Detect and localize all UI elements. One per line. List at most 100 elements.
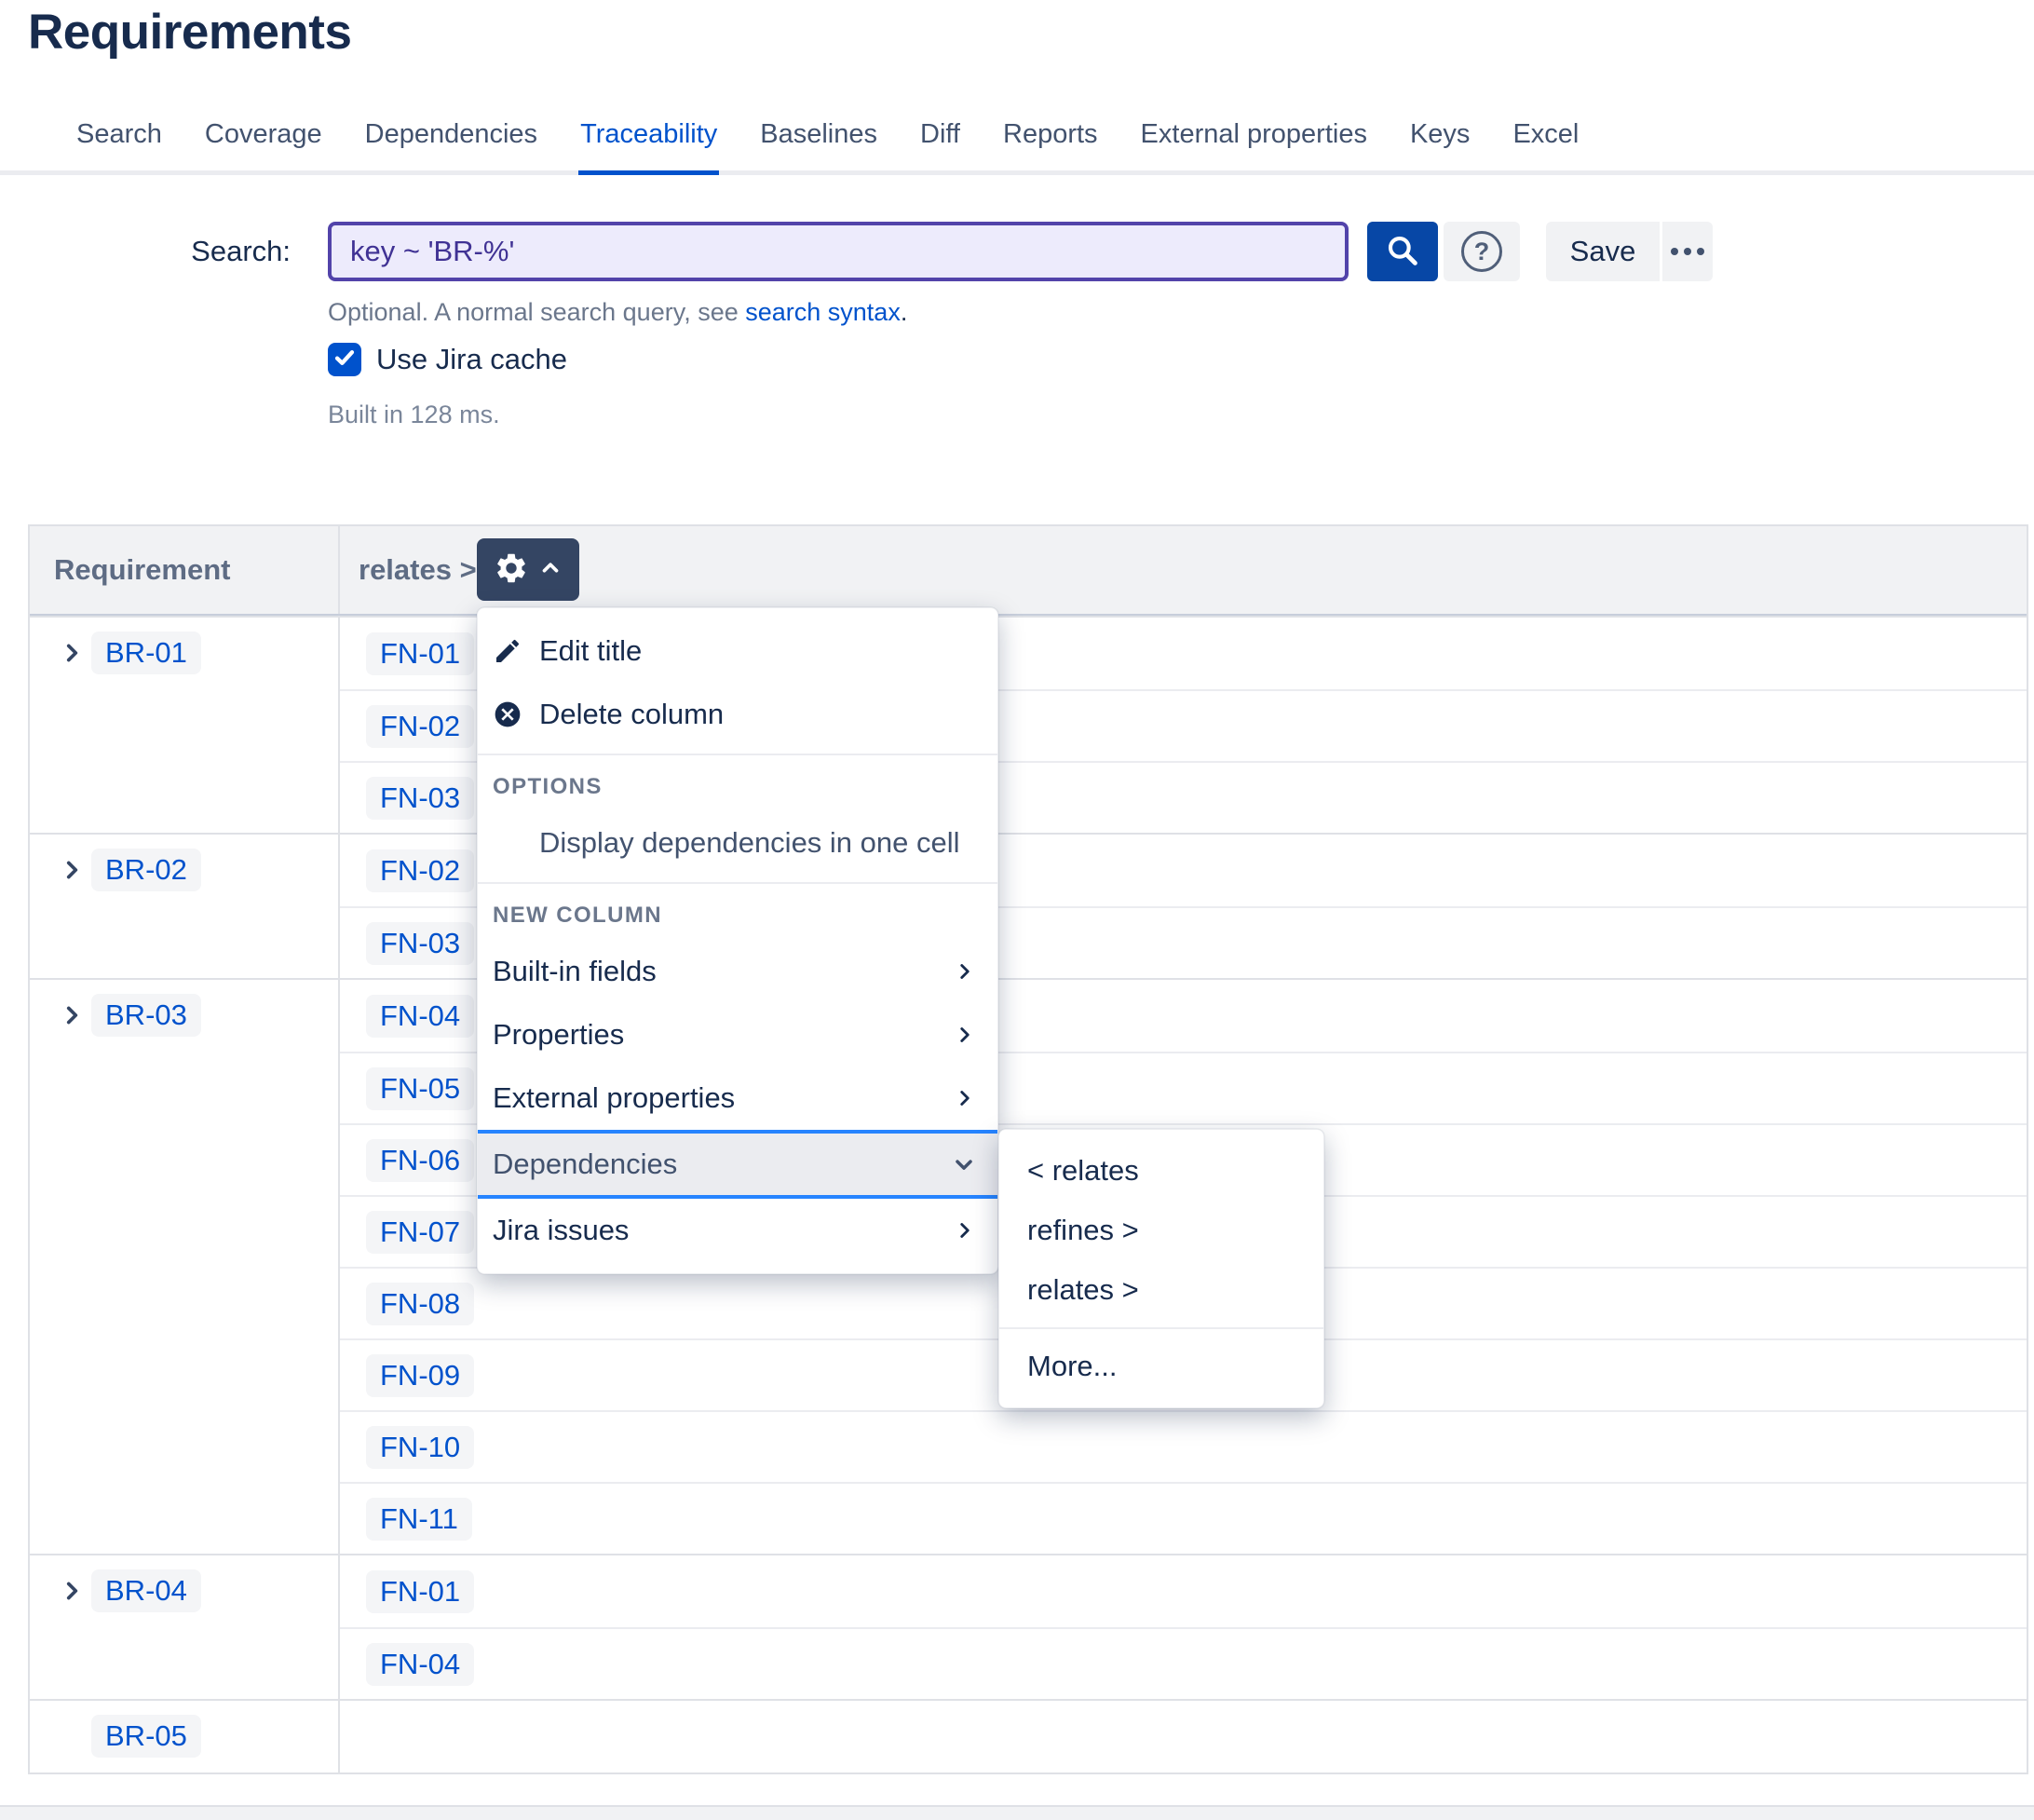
menu-item-external-properties[interactable]: External properties xyxy=(478,1066,997,1130)
menu-divider xyxy=(999,1327,1323,1329)
tab-baselines[interactable]: Baselines xyxy=(758,108,879,170)
tab-external-properties[interactable]: External properties xyxy=(1139,108,1369,170)
table-header-row: Requirement relates > xyxy=(30,526,2027,616)
dependencies-submenu: < relates refines > relates > More... xyxy=(998,1129,1324,1408)
requirement-key-badge[interactable]: BR-02 xyxy=(91,849,201,891)
linked-requirement-badge[interactable]: FN-07 xyxy=(366,1211,474,1254)
chevron-down-icon xyxy=(951,1151,977,1177)
requirement-key-badge[interactable]: BR-04 xyxy=(91,1569,201,1612)
page-title: Requirements xyxy=(28,4,351,61)
chevron-right-icon xyxy=(953,1086,977,1110)
linked-requirement-badge[interactable]: FN-04 xyxy=(366,995,474,1038)
help-button[interactable]: ? xyxy=(1444,222,1520,281)
table-row: BR-02 FN-02 FN-03 xyxy=(30,833,2027,978)
tab-keys[interactable]: Keys xyxy=(1408,108,1471,170)
table-row: BR-05 xyxy=(30,1699,2027,1772)
gear-icon xyxy=(494,550,529,589)
submenu-item-refines-outgoing[interactable]: refines > xyxy=(999,1201,1323,1260)
requirement-cell: BR-02 xyxy=(30,835,340,978)
menu-item-label: Properties xyxy=(493,1018,624,1052)
pencil-icon xyxy=(493,635,524,667)
submenu-item-relates-outgoing[interactable]: relates > xyxy=(999,1260,1323,1320)
menu-divider xyxy=(478,754,997,755)
column-settings-button[interactable] xyxy=(477,538,579,601)
submenu-item-relates-incoming[interactable]: < relates xyxy=(999,1141,1323,1201)
menu-item-label: Edit title xyxy=(539,634,642,668)
magnifier-icon xyxy=(1385,233,1420,271)
linked-requirement-badge[interactable]: FN-11 xyxy=(366,1498,472,1541)
menu-item-jira-issues[interactable]: Jira issues xyxy=(478,1199,997,1262)
requirement-cell: BR-01 xyxy=(30,618,340,833)
tab-search[interactable]: Search xyxy=(75,108,164,170)
use-jira-cache-checkbox[interactable] xyxy=(328,343,361,376)
menu-item-label: Delete column xyxy=(539,698,724,731)
menu-item-label: Built-in fields xyxy=(493,955,657,988)
column-header-relates: relates > xyxy=(340,526,2027,614)
menu-item-display-dependencies-in-one-cell[interactable]: Display dependencies in one cell xyxy=(478,811,997,875)
requirements-page: Requirements Search Coverage Dependencie… xyxy=(0,0,2034,1820)
use-jira-cache-label: Use Jira cache xyxy=(376,343,567,376)
hint-text: Optional. A normal search query, see xyxy=(328,298,745,326)
relates-subrow: FN-01 xyxy=(340,1555,2027,1627)
question-circle-icon: ? xyxy=(1461,231,1502,272)
linked-requirement-badge[interactable]: FN-02 xyxy=(366,849,474,892)
menu-item-label: Dependencies xyxy=(493,1148,677,1181)
tab-coverage[interactable]: Coverage xyxy=(203,108,324,170)
requirement-cell: BR-05 xyxy=(30,1701,340,1772)
relates-subrow: FN-10 xyxy=(340,1410,2027,1482)
linked-requirement-badge[interactable]: FN-06 xyxy=(366,1139,474,1182)
search-hint: Optional. A normal search query, see sea… xyxy=(328,298,907,327)
column-header-requirement: Requirement xyxy=(30,526,340,614)
tab-reports[interactable]: Reports xyxy=(1001,108,1100,170)
column-settings-menu: Edit title Delete column OPTIONS Display… xyxy=(477,607,998,1274)
menu-item-edit-title[interactable]: Edit title xyxy=(478,619,997,683)
search-button[interactable] xyxy=(1367,222,1438,281)
linked-requirement-badge[interactable]: FN-09 xyxy=(366,1354,474,1397)
hint-period: . xyxy=(901,298,908,326)
menu-section-options: OPTIONS xyxy=(478,763,997,811)
linked-requirement-badge[interactable]: FN-02 xyxy=(366,705,474,748)
tab-diff[interactable]: Diff xyxy=(918,108,962,170)
linked-requirement-badge[interactable]: FN-10 xyxy=(366,1426,474,1469)
chevron-right-icon[interactable] xyxy=(60,994,86,1037)
menu-item-label: Jira issues xyxy=(493,1214,629,1247)
menu-item-delete-column[interactable]: Delete column xyxy=(478,683,997,746)
search-input[interactable] xyxy=(328,222,1349,281)
relates-cell: FN-01 FN-04 xyxy=(340,1555,2027,1699)
relates-subrow: FN-11 xyxy=(340,1482,2027,1554)
linked-requirement-badge[interactable]: FN-03 xyxy=(366,922,474,965)
submenu-item-more[interactable]: More... xyxy=(999,1337,1323,1396)
use-jira-cache-row: Use Jira cache xyxy=(328,343,567,376)
x-circle-icon xyxy=(493,699,524,730)
linked-requirement-badge[interactable]: FN-03 xyxy=(366,777,474,820)
tab-traceability[interactable]: Traceability xyxy=(578,108,719,175)
chevron-right-icon xyxy=(953,1218,977,1243)
chevron-right-icon[interactable] xyxy=(60,1569,86,1612)
linked-requirement-badge[interactable]: FN-01 xyxy=(366,632,474,675)
linked-requirement-badge[interactable]: FN-08 xyxy=(366,1283,474,1325)
tab-dependencies[interactable]: Dependencies xyxy=(363,108,539,170)
chevron-up-icon xyxy=(538,556,563,583)
chevron-right-icon[interactable] xyxy=(60,632,86,674)
menu-section-new-column: NEW COLUMN xyxy=(478,891,997,940)
linked-requirement-badge[interactable]: FN-05 xyxy=(366,1067,474,1110)
chevron-right-icon[interactable] xyxy=(60,849,86,891)
menu-item-properties[interactable]: Properties xyxy=(478,1003,997,1066)
save-button[interactable]: Save xyxy=(1546,222,1660,281)
chevron-right-icon xyxy=(953,1023,977,1047)
tab-excel[interactable]: Excel xyxy=(1511,108,1580,170)
linked-requirement-badge[interactable]: FN-01 xyxy=(366,1570,474,1613)
checkmark-icon xyxy=(332,346,357,374)
linked-requirement-badge[interactable]: FN-04 xyxy=(366,1643,474,1686)
menu-item-label: External properties xyxy=(493,1081,735,1115)
menu-item-dependencies[interactable]: Dependencies xyxy=(478,1130,997,1199)
requirement-cell: BR-04 xyxy=(30,1555,340,1699)
search-syntax-link[interactable]: search syntax xyxy=(745,298,901,326)
requirement-key-badge[interactable]: BR-01 xyxy=(91,632,201,674)
requirement-key-badge[interactable]: BR-05 xyxy=(91,1715,201,1758)
more-button[interactable] xyxy=(1662,222,1713,281)
requirement-key-badge[interactable]: BR-03 xyxy=(91,994,201,1037)
menu-item-built-in-fields[interactable]: Built-in fields xyxy=(478,940,997,1003)
ellipsis-icon xyxy=(1671,248,1704,255)
search-label: Search: xyxy=(0,235,291,268)
